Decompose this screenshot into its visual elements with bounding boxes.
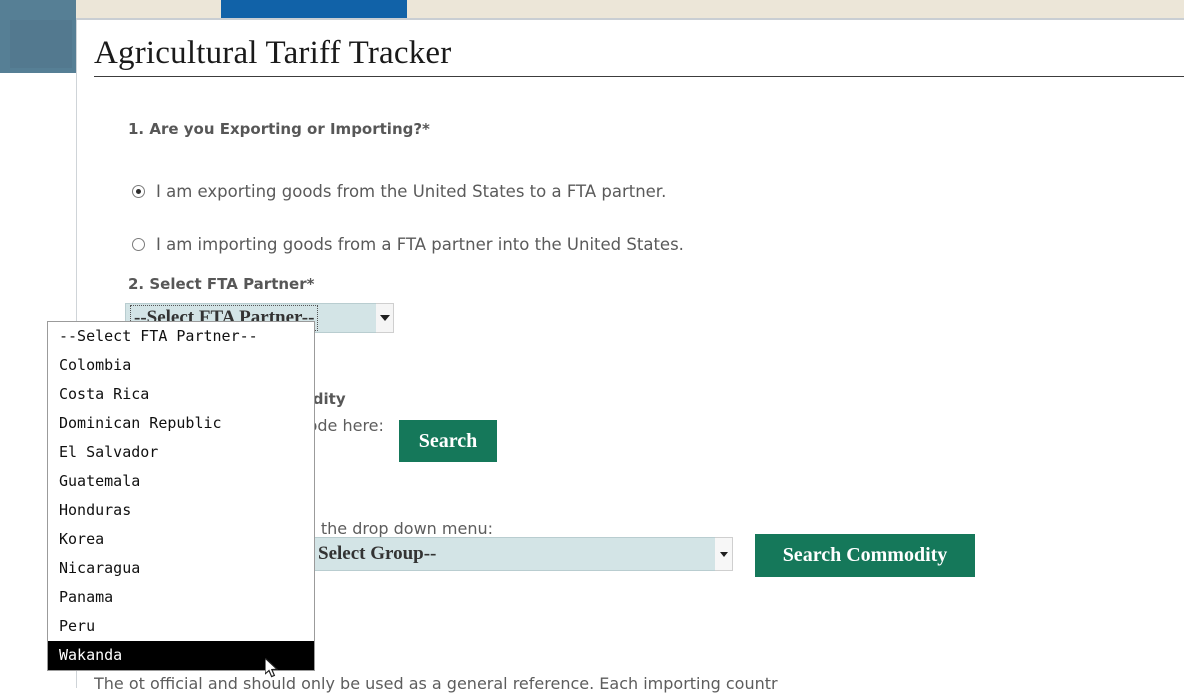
dropdown-option[interactable]: Guatemala [48, 467, 314, 496]
fta-partner-dropdown-button[interactable] [376, 303, 394, 333]
chevron-down-icon [379, 315, 390, 321]
sidebar-panel-inner [10, 20, 72, 68]
title-divider [94, 76, 1184, 77]
question-2-label: 2. Select FTA Partner* [128, 275, 315, 293]
radio-exporting-label: I am exporting goods from the United Sta… [156, 182, 667, 201]
fta-partner-dropdown-list[interactable]: --Select FTA Partner-- Colombia Costa Rica… [47, 321, 315, 671]
dropdown-option[interactable]: El Salvador [48, 438, 314, 467]
radio-option-exporting[interactable]: I am exporting goods from the United Sta… [132, 182, 666, 201]
dropdown-option[interactable]: Peru [48, 612, 314, 641]
radio-option-importing[interactable]: I am importing goods from a FTA partner … [132, 235, 684, 254]
question-1-label: 1. Are you Exporting or Importing?* [128, 120, 430, 138]
dropdown-option[interactable]: Wakanda [48, 641, 314, 670]
page-title: Agricultural Tariff Tracker [94, 35, 452, 71]
sidebar-panel [0, 0, 76, 73]
commodity-group-selected-value: Select Group-- [318, 543, 437, 564]
disclaimer-text: The ot official and should only be used … [94, 674, 778, 693]
browser-tab-bar [0, 0, 1184, 19]
radio-exporting-icon[interactable] [132, 185, 145, 198]
radio-importing-label: I am importing goods from a FTA partner … [156, 235, 684, 254]
search-button[interactable]: Search [399, 420, 497, 462]
commodity-group-dropdown-button[interactable] [715, 537, 733, 571]
dropdown-option[interactable]: --Select FTA Partner-- [48, 322, 314, 351]
search-commodity-button[interactable]: Search Commodity [755, 534, 975, 577]
commodity-group-select[interactable]: Select Group-- [309, 537, 716, 571]
dropdown-option[interactable]: Costa Rica [48, 380, 314, 409]
dropdown-option[interactable]: Dominican Republic [48, 409, 314, 438]
radio-importing-icon[interactable] [132, 238, 145, 251]
dropdown-option[interactable]: Korea [48, 525, 314, 554]
dropdown-option[interactable]: Panama [48, 583, 314, 612]
dropdown-option[interactable]: Colombia [48, 351, 314, 380]
dropdown-option[interactable]: Nicaragua [48, 554, 314, 583]
browser-active-tab[interactable] [221, 0, 407, 18]
dropdown-option[interactable]: Honduras [48, 496, 314, 525]
chevron-down-icon [719, 551, 728, 557]
